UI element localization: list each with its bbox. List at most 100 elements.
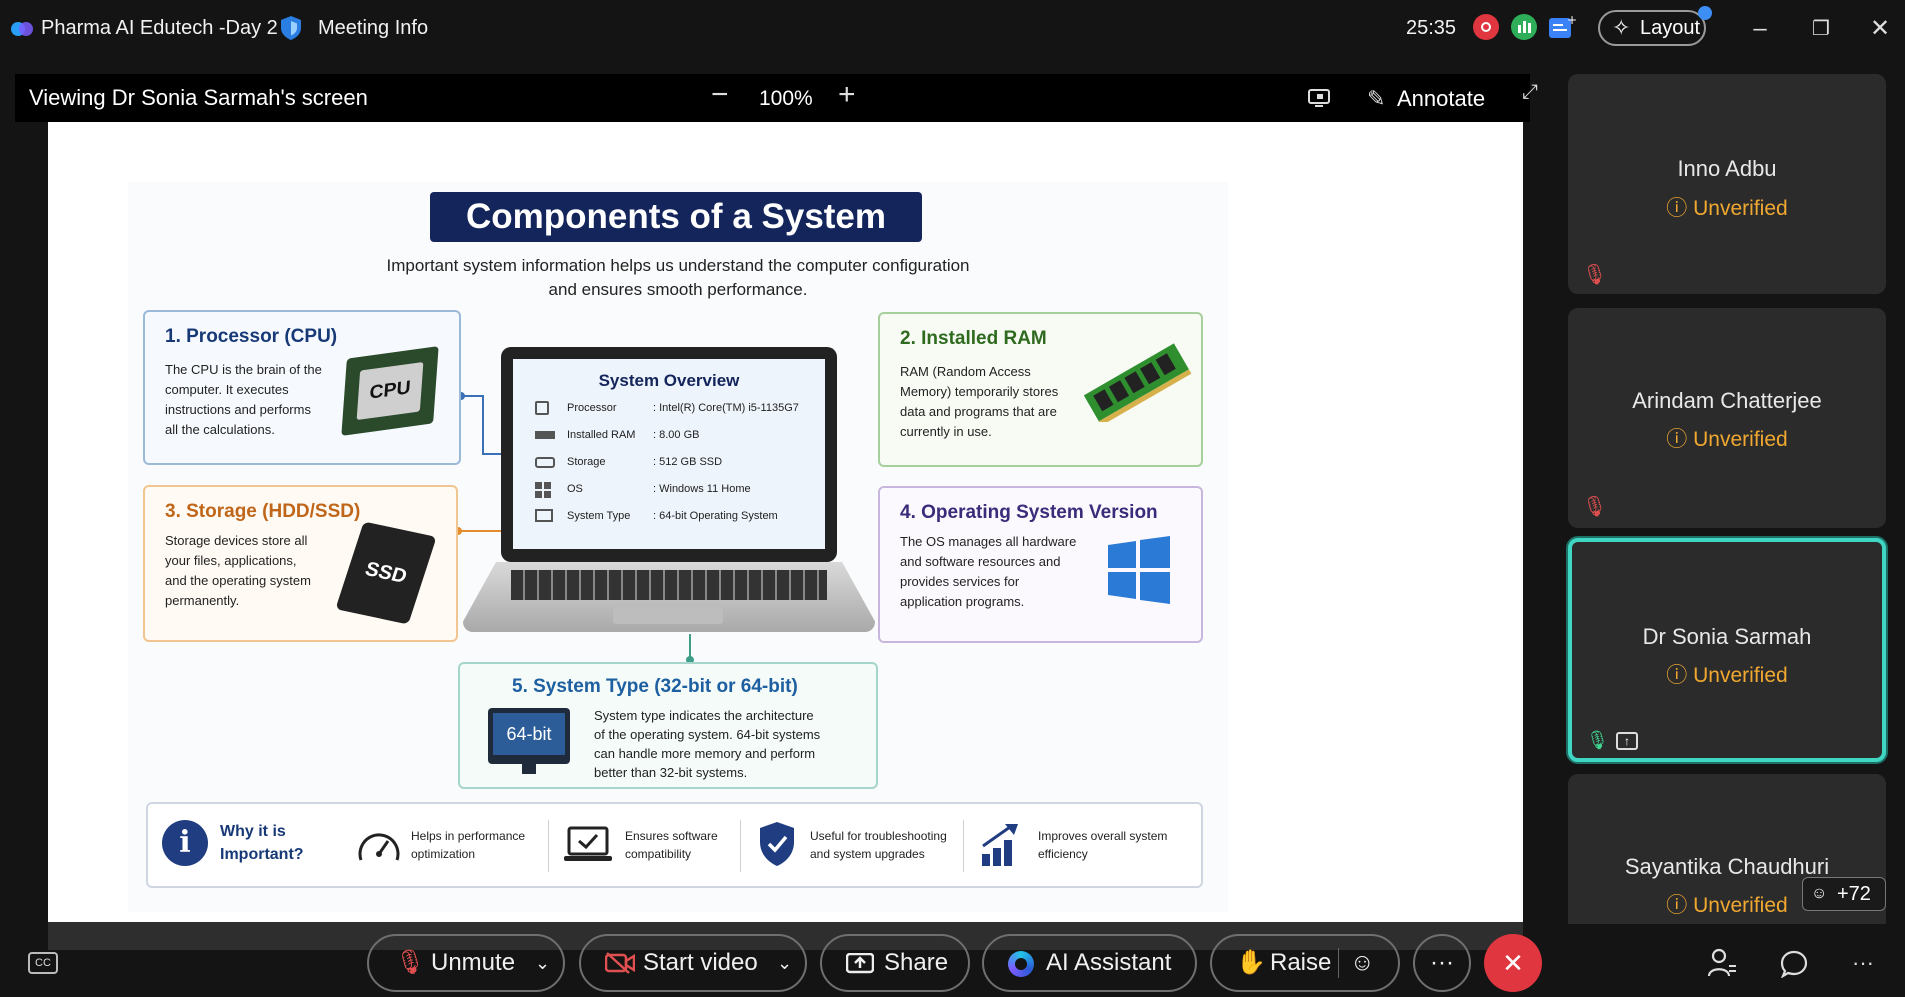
layout-label: Layout: [1640, 17, 1701, 39]
share-button[interactable]: Share: [820, 934, 970, 992]
meeting-info-link[interactable]: Meeting Info: [318, 17, 428, 40]
annotate-button[interactable]: Annotate: [1397, 86, 1485, 112]
divider: [963, 820, 964, 872]
raise-button[interactable]: ✋ Raise ☺: [1210, 934, 1400, 992]
zoom-in-icon[interactable]: +: [838, 78, 856, 112]
overview-value: : 512 GB SSD: [653, 456, 723, 468]
stats-icon[interactable]: [1511, 14, 1537, 40]
participant-name: Inno Adbu: [1677, 156, 1777, 181]
title-bar: Pharma AI Edutech -Day 2 Meeting Info 25…: [0, 0, 1905, 58]
more-panel-icon[interactable]: ···: [1852, 950, 1874, 976]
storage-card: 3. Storage (HDD/SSD) Storage devices sto…: [143, 485, 458, 642]
overview-value: : Windows 11 Home: [653, 483, 751, 495]
zoom-out-icon[interactable]: −: [711, 78, 729, 112]
drive-icon: [535, 457, 555, 468]
participant-status: ⓘ Unverified: [1666, 428, 1788, 451]
close-window-icon[interactable]: ✕: [1865, 14, 1895, 44]
screen-view-icon[interactable]: [1307, 88, 1331, 110]
overview-value: : 64-bit Operating System: [653, 510, 778, 522]
keyboard-keys: [511, 570, 827, 600]
video-off-icon: [605, 952, 635, 974]
slide-content: Components of a System Important system …: [128, 182, 1228, 912]
people-icon: ☺: [1811, 885, 1828, 902]
laptop-keyboard: [463, 562, 875, 632]
why-item: Improves overall system efficiency: [1038, 829, 1168, 861]
leave-meeting-button[interactable]: ✕: [1484, 934, 1542, 992]
annotate-icon: ✎: [1367, 86, 1386, 111]
start-video-button[interactable]: Start video ⌄: [579, 934, 807, 992]
reactions-icon[interactable]: ☺: [1350, 936, 1375, 990]
participants-icon[interactable]: [1707, 948, 1737, 978]
raise-hand-icon: ✋: [1236, 949, 1266, 976]
participant-tile-active-speaker[interactable]: Dr Sonia Sarmah ⓘ Unverified 🎙 ↑: [1568, 538, 1886, 762]
storage-card-title: 3. Storage (HDD/SSD): [165, 501, 361, 522]
more-options-button[interactable]: ···: [1413, 934, 1471, 992]
divider: [1338, 948, 1339, 978]
overview-label: System Type: [567, 510, 631, 522]
share-screen-icon: [846, 953, 874, 974]
divider: [548, 820, 549, 872]
chevron-down-icon[interactable]: ⌄: [535, 936, 550, 990]
more-count: +72: [1837, 883, 1871, 905]
system-type-card: 5. System Type (32-bit or 64-bit) 64-bit…: [458, 662, 878, 789]
more-participants-button[interactable]: ☺ +72: [1802, 877, 1886, 911]
why-important-bar: i Why it is Important? Helps in performan…: [146, 802, 1203, 888]
chat-icon[interactable]: [1780, 950, 1808, 978]
shield-check-icon: [760, 822, 794, 866]
sharing-icon: ↑: [1616, 732, 1638, 750]
participant-tile[interactable]: Sayantika Chaudhuri ⓘ Unverified ☺ +72: [1568, 774, 1886, 924]
active-mic-icon: 🎙: [1586, 730, 1609, 750]
overview-row: Processor : Intel(R) Core(TM) i5-1135G7: [535, 401, 825, 428]
ram-small-icon: [535, 431, 555, 439]
participant-tile[interactable]: Arindam Chatterjee ⓘ Unverified 🎙: [1568, 308, 1886, 528]
participant-status: ⓘ Unverified: [1666, 197, 1788, 220]
warning-icon: ⓘ: [1666, 664, 1688, 687]
shared-screen: Components of a System Important system …: [48, 122, 1523, 922]
system-type-title: 5. System Type (32-bit or 64-bit): [512, 676, 798, 697]
participant-name: Dr Sonia Sarmah: [1642, 624, 1812, 649]
overview-label: Processor: [567, 402, 617, 414]
close-icon: ✕: [1502, 948, 1524, 978]
share-label: Share: [884, 949, 949, 976]
monitor-icon: 64-bit: [488, 708, 570, 774]
info-icon: i: [162, 820, 208, 866]
muted-mic-icon: 🎙: [395, 949, 426, 976]
ssd-icon: SSD: [335, 521, 437, 625]
ram-card: 2. Installed RAM RAM (Random Access Memor…: [878, 312, 1203, 467]
meeting-window: Pharma AI Edutech -Day 2 Meeting Info 25…: [0, 0, 1905, 997]
meeting-title: Pharma AI Edutech -Day 2: [41, 17, 278, 39]
warning-icon: ⓘ: [1666, 197, 1688, 220]
fullscreen-icon[interactable]: ⤢: [1522, 81, 1538, 104]
ram-card-text: RAM (Random Access Memory) temporarily st…: [900, 364, 1059, 439]
raise-label: Raise: [1270, 949, 1332, 976]
start-video-label: Start video: [643, 949, 758, 976]
system-overview-panel: System Overview Processor : Intel(R) Core…: [513, 359, 825, 549]
recording-icon[interactable]: [1473, 14, 1499, 40]
os-card-text: The OS manages all hardware and software …: [900, 534, 1077, 609]
overview-value: : Intel(R) Core(TM) i5-1135G7: [653, 402, 799, 414]
ai-assistant-label: AI Assistant: [1046, 949, 1172, 976]
participant-name: Arindam Chatterjee: [1632, 388, 1822, 413]
shield-icon[interactable]: [280, 15, 302, 41]
polls-icon[interactable]: +: [1548, 14, 1576, 40]
captions-icon[interactable]: CC: [28, 952, 58, 974]
ram-card-title: 2. Installed RAM: [900, 328, 1047, 349]
minimize-icon[interactable]: –: [1745, 14, 1775, 44]
notification-dot: [1698, 6, 1712, 20]
overview-row: Storage : 512 GB SSD: [535, 455, 825, 482]
unmute-button[interactable]: 🎙 Unmute ⌄: [367, 934, 565, 992]
layout-button[interactable]: ✧ Layout: [1598, 6, 1712, 46]
ai-assistant-icon: [1008, 951, 1034, 977]
overview-label: OS: [567, 483, 583, 495]
windows-small-icon: [535, 482, 551, 498]
ai-assistant-button[interactable]: AI Assistant: [982, 934, 1197, 992]
overview-row: OS : Windows 11 Home: [535, 482, 825, 509]
cpu-chip-icon: CPU: [341, 346, 439, 436]
participant-tile[interactable]: Inno Adbu ⓘ Unverified 🎙: [1568, 74, 1886, 294]
overview-row: System Type : 64-bit Operating System: [535, 509, 825, 536]
chevron-down-icon[interactable]: ⌄: [777, 936, 792, 990]
ram-stick-icon: [1083, 343, 1192, 422]
restore-icon[interactable]: ❐: [1806, 14, 1836, 44]
overview-label: Storage: [567, 456, 606, 468]
overview-title: System Overview: [598, 371, 740, 390]
